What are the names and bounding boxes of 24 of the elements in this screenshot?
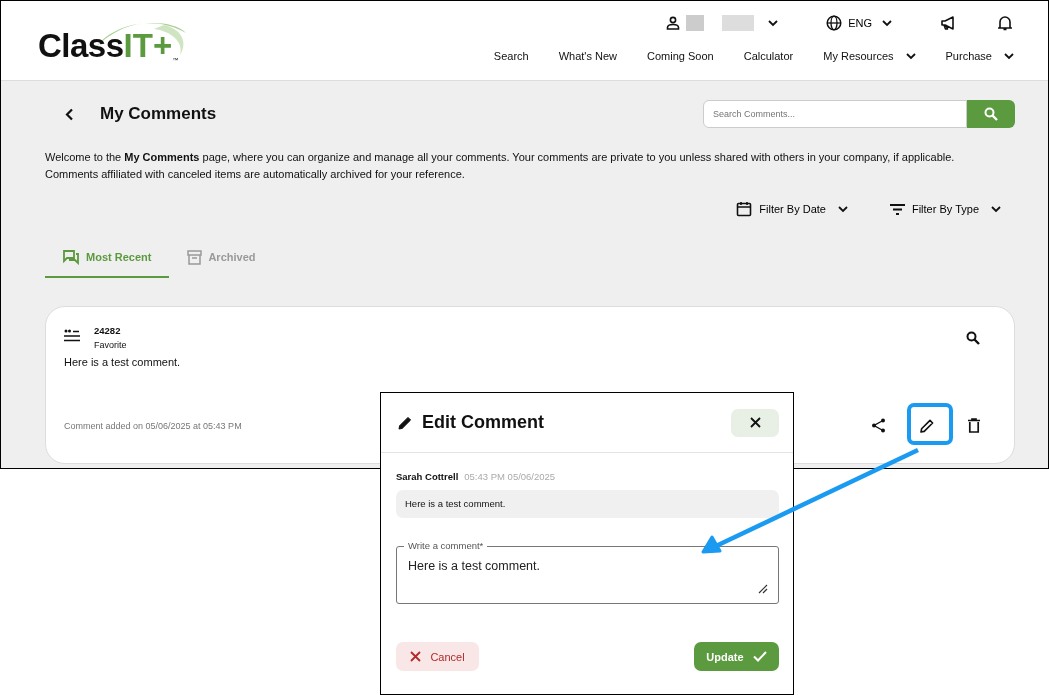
filter-dropdown[interactable]: Filter By Type — [889, 201, 1001, 217]
comment-tag: Favorite — [94, 340, 127, 350]
author-name: Sarah Cottrell — [396, 471, 459, 482]
cancel-button[interactable]: Cancel — [396, 642, 479, 671]
comment-id: 24282 — [94, 325, 122, 336]
page-title: My Comments — [100, 104, 217, 124]
search-field[interactable]: Search Comments... — [703, 100, 967, 128]
nav-link[interactable]: My Resources — [823, 50, 916, 62]
nav-link[interactable]: What's New — [558, 50, 618, 62]
previous-comment: Here is a test comment. — [396, 490, 779, 518]
logo-accent-text: IT+ — [123, 27, 173, 65]
nav-link[interactable]: Purchase — [945, 50, 1014, 62]
comment-text: Here is a test comment. — [64, 356, 182, 368]
logo-text: Class — [38, 27, 124, 65]
nav-link[interactable]: Coming Soon — [647, 50, 714, 62]
filter-dropdown[interactable]: Filter By Date — [736, 201, 848, 217]
nav-link[interactable]: Calculator — [743, 50, 794, 62]
dialog-title: Edit Comment — [422, 412, 544, 433]
intro-text: Welcome to the My Comments page, where you can organize and manage all your comments. Your comments are private to you unless shared with others in your company, if applicable. Comments affiliated with canceled items are automatically archived for your reference. — [45, 150, 956, 182]
field-label: Write a comment* — [404, 540, 488, 551]
nav-link[interactable]: Search — [493, 50, 529, 62]
language-menu[interactable]: ENG — [820, 14, 898, 32]
comment-date: Comment added on 05/06/2025 at 05:43 PM — [64, 420, 242, 431]
comment-time: 05:43 PM 05/06/2025 — [464, 471, 556, 482]
